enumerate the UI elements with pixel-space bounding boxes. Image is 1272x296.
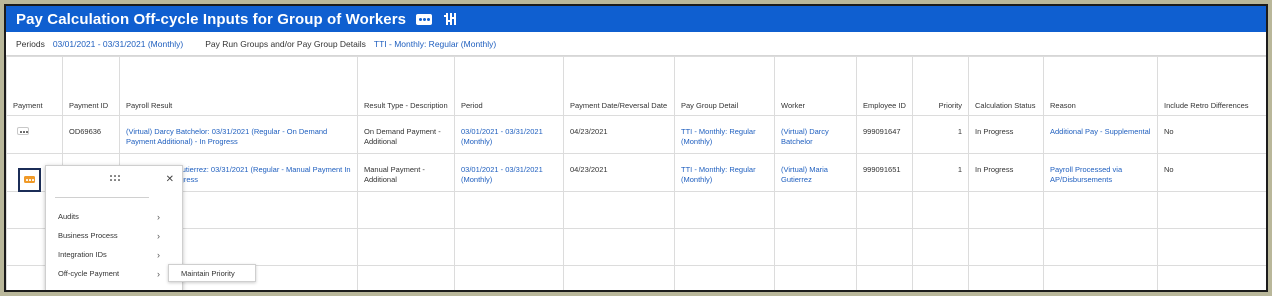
column-header[interactable]: Calculation Status — [968, 56, 1044, 116]
related-actions-icon[interactable] — [17, 127, 29, 135]
chevron-right-icon: › — [157, 231, 160, 241]
priority-cell: 1 — [912, 115, 969, 154]
employee-id-cell: 999091651 — [856, 153, 913, 192]
column-header[interactable]: Payment — [6, 56, 63, 116]
period-link[interactable]: 03/01/2021 - 03/31/2021 (Monthly) — [454, 153, 564, 192]
table-row: ia Gutierrez: 03/31/2021 (Regular - Manu… — [6, 153, 1266, 192]
related-actions-popup: ✕ Audits › Business Process › Integratio… — [45, 165, 183, 290]
column-header[interactable]: Employee ID — [856, 56, 913, 116]
payment-date-cell: 04/23/2021 — [563, 115, 675, 154]
close-icon[interactable]: ✕ — [166, 175, 174, 185]
page-parameters: Periods 03/01/2021 - 03/31/2021 (Monthly… — [6, 36, 1266, 52]
menu-item-label: Audits — [58, 212, 79, 221]
priority-cell: 1 — [912, 153, 969, 192]
table-row — [6, 191, 1266, 229]
column-header[interactable]: Payment Date/Reversal Date — [563, 56, 675, 116]
related-actions-button-active[interactable] — [18, 168, 41, 192]
menu-item-integration-ids[interactable]: Integration IDs › — [58, 248, 166, 262]
title-bar: Pay Calculation Off-cycle Inputs for Gro… — [6, 6, 1266, 32]
result-type-cell: Manual Payment - Additional — [357, 153, 455, 192]
reason-link[interactable]: Additional Pay - Supplemental — [1043, 115, 1158, 154]
chevron-right-icon: › — [157, 269, 160, 279]
periods-link[interactable]: 03/01/2021 - 03/31/2021 (Monthly) — [53, 39, 183, 49]
app-window: Pay Calculation Off-cycle Inputs for Gro… — [4, 4, 1268, 292]
popup-divider — [55, 197, 149, 198]
menu-item-business-process[interactable]: Business Process › — [58, 229, 166, 243]
payment-cell — [6, 115, 63, 154]
page-title: Pay Calculation Off-cycle Inputs for Gro… — [16, 10, 407, 28]
configure-icon[interactable] — [444, 12, 458, 26]
results-table: Payment Payment ID Payroll Result Result… — [6, 56, 1266, 290]
submenu-maintain-priority[interactable]: Maintain Priority — [168, 264, 256, 282]
menu-item-label: Integration IDs — [58, 250, 107, 259]
table-header-row: Payment Payment ID Payroll Result Result… — [6, 56, 1266, 116]
menu-item-label: Off-cycle Payment — [58, 269, 120, 278]
pay-run-link[interactable]: TTI - Monthly: Regular (Monthly) — [374, 39, 496, 49]
menu-item-label: Business Process — [58, 231, 118, 240]
periods-label: Periods — [16, 39, 45, 49]
pay-group-detail-link[interactable]: TTI - Monthly: Regular (Monthly) — [674, 153, 775, 192]
column-header[interactable]: Reason — [1043, 56, 1158, 116]
worker-link[interactable]: (Virtual) Darcy Batchelor — [774, 115, 857, 154]
related-actions-icon[interactable] — [416, 13, 433, 25]
column-header[interactable]: Priority — [912, 56, 969, 116]
related-actions-icon[interactable] — [24, 176, 35, 183]
employee-id-cell: 999091647 — [856, 115, 913, 154]
menu-item-audits[interactable]: Audits › — [58, 210, 166, 224]
drag-handle-icon[interactable] — [110, 175, 120, 181]
chevron-right-icon: › — [157, 212, 160, 222]
column-header[interactable]: Worker — [774, 56, 857, 116]
menu-item-off-cycle-payment[interactable]: Off-cycle Payment › — [58, 267, 166, 281]
column-header[interactable]: Result Type - Description — [357, 56, 455, 116]
table-row — [6, 228, 1266, 266]
include-retro-cell: No — [1157, 153, 1266, 192]
calculation-status-cell: In Progress — [968, 153, 1044, 192]
table-row: OD69636 (Virtual) Darcy Batchelor: 03/31… — [6, 115, 1266, 154]
column-header[interactable]: Payment ID — [62, 56, 120, 116]
calculation-status-cell: In Progress — [968, 115, 1044, 154]
payroll-result-link[interactable]: (Virtual) Darcy Batchelor: 03/31/2021 (R… — [119, 115, 358, 154]
result-type-cell: On Demand Payment - Additional — [357, 115, 455, 154]
column-header[interactable]: Period — [454, 56, 564, 116]
payment-date-cell: 04/23/2021 — [563, 153, 675, 192]
column-header[interactable]: Include Retro Differences — [1157, 56, 1266, 116]
column-header[interactable]: Pay Group Detail — [674, 56, 775, 116]
payment-id-cell: OD69636 — [62, 115, 120, 154]
worker-link[interactable]: (Virtual) Maria Gutierrez — [774, 153, 857, 192]
column-header[interactable]: Payroll Result — [119, 56, 358, 116]
pay-run-label: Pay Run Groups and/or Pay Group Details — [205, 39, 366, 49]
chevron-right-icon: › — [157, 250, 160, 260]
pay-group-detail-link[interactable]: TTI - Monthly: Regular (Monthly) — [674, 115, 775, 154]
include-retro-cell: No — [1157, 115, 1266, 154]
results-table-container: Payment Payment ID Payroll Result Result… — [6, 55, 1266, 290]
period-link[interactable]: 03/01/2021 - 03/31/2021 (Monthly) — [454, 115, 564, 154]
reason-link[interactable]: Payroll Processed via AP/Disbursements — [1043, 153, 1158, 192]
